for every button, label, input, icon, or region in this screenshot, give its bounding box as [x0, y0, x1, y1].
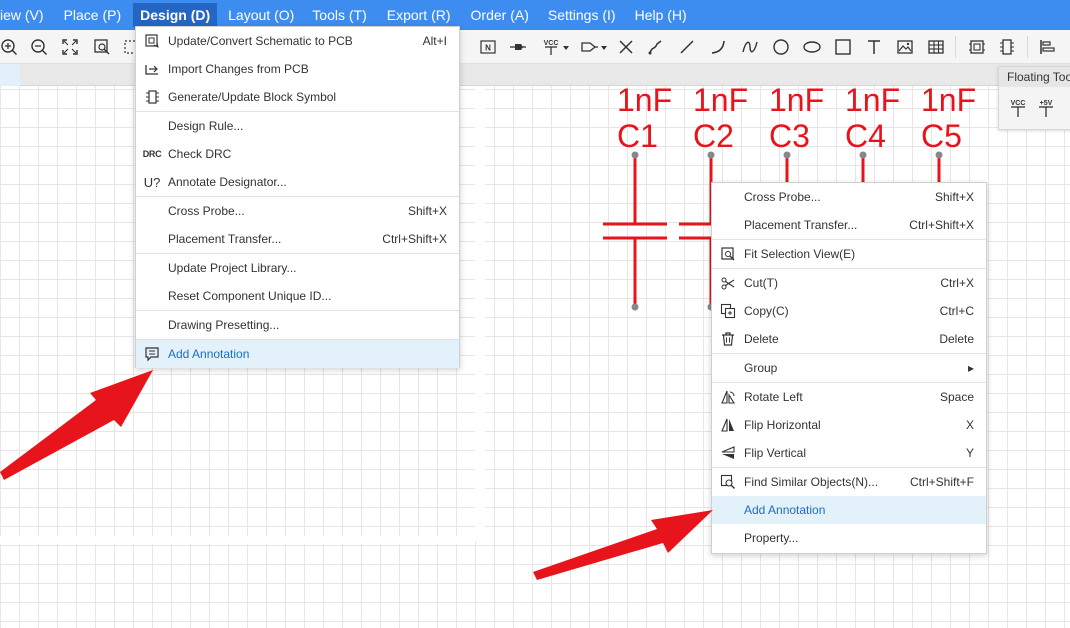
- table-icon[interactable]: [923, 30, 949, 64]
- bezier-icon[interactable]: [737, 30, 763, 64]
- footprint-icon[interactable]: [964, 30, 990, 64]
- bus-entry-icon[interactable]: [578, 30, 612, 64]
- rotate-left-icon: [712, 383, 744, 411]
- flip-vertical-icon: [712, 439, 744, 467]
- vcc-icon[interactable]: VCC: [540, 30, 574, 64]
- menu-item-annotate-designator[interactable]: U? Annotate Designator...: [136, 168, 459, 196]
- drc-icon: DRC: [142, 149, 162, 159]
- find-similar-icon: [712, 468, 744, 496]
- active-document-tab[interactable]: [0, 64, 20, 86]
- menu-item-design-rule[interactable]: Design Rule...: [136, 112, 459, 140]
- scissors-icon: [712, 269, 744, 297]
- arc-icon[interactable]: [705, 30, 731, 64]
- circle-icon[interactable]: [768, 30, 794, 64]
- ctx-item-property[interactable]: Property...: [712, 524, 986, 552]
- wire-icon[interactable]: [643, 30, 669, 64]
- menu-item-placement-transfer[interactable]: Placement Transfer... Ctrl+Shift+X: [136, 225, 459, 253]
- svg-text:N: N: [485, 44, 491, 53]
- ctx-item-flip-vertical[interactable]: Flip Vertical Y: [712, 439, 986, 467]
- ctx-item-find-similar[interactable]: Find Similar Objects(N)... Ctrl+Shift+F: [712, 468, 986, 496]
- ellipse-icon[interactable]: [799, 30, 825, 64]
- menu-item-update-convert[interactable]: Update/Convert Schematic to PCB Alt+I: [136, 27, 459, 55]
- menu-item-update-project-library[interactable]: Update Project Library...: [136, 254, 459, 282]
- zoom-out-icon[interactable]: [26, 30, 52, 64]
- rectangle-icon[interactable]: [830, 30, 856, 64]
- c4-value: 1nF: [845, 82, 901, 118]
- block-symbol-icon: [136, 83, 168, 111]
- c2-designator: C2: [693, 118, 734, 154]
- menu-item-import-changes[interactable]: Import Changes from PCB: [136, 55, 459, 83]
- net-label-icon[interactable]: N: [475, 30, 501, 64]
- import-icon: [136, 55, 168, 83]
- ctx-item-cross-probe[interactable]: Cross Probe... Shift+X: [712, 183, 986, 211]
- no-connect-icon[interactable]: [613, 30, 639, 64]
- c1-designator: C1: [617, 118, 658, 154]
- c2-value: 1nF: [693, 82, 749, 118]
- context-menu: Cross Probe... Shift+X Placement Transfe…: [711, 182, 987, 554]
- plus5v-power-icon[interactable]: +5V: [1035, 97, 1057, 123]
- svg-text:VCC: VCC: [544, 40, 559, 47]
- canvas-seam-bottom: [0, 536, 475, 544]
- ctx-item-flip-horizontal[interactable]: Flip Horizontal X: [712, 411, 986, 439]
- trash-icon: [712, 325, 744, 353]
- ctx-item-placement-transfer[interactable]: Placement Transfer... Ctrl+Shift+X: [712, 211, 986, 239]
- line-icon[interactable]: [674, 30, 700, 64]
- c4-designator: C4: [845, 118, 886, 154]
- c1-value: 1nF: [617, 82, 673, 118]
- canvas-seam: [475, 86, 485, 541]
- menu-item-check-drc[interactable]: DRC Check DRC: [136, 140, 459, 168]
- zoom-area-icon[interactable]: [89, 30, 115, 64]
- ctx-item-group[interactable]: Group ▸: [712, 354, 986, 382]
- svg-text:VCC: VCC: [1011, 100, 1026, 107]
- symbol-icon[interactable]: [994, 30, 1020, 64]
- floating-toolbar: Floating Toolbar VCC +5V: [998, 66, 1070, 130]
- vcc-power-icon[interactable]: VCC: [1007, 97, 1029, 123]
- menu-item-add-annotation[interactable]: Add Annotation: [136, 340, 459, 368]
- menu-item-generate-block-symbol[interactable]: Generate/Update Block Symbol: [136, 83, 459, 111]
- ctx-item-fit-selection[interactable]: Fit Selection View(E): [712, 240, 986, 268]
- ctx-item-cut[interactable]: Cut(T) Ctrl+X: [712, 269, 986, 297]
- annotation-icon: [136, 340, 168, 368]
- design-menu: Update/Convert Schematic to PCB Alt+I Im…: [135, 26, 460, 368]
- ctx-item-copy[interactable]: Copy(C) Ctrl+C: [712, 297, 986, 325]
- floating-toolbar-title: Floating Toolbar: [999, 67, 1070, 87]
- fit-all-icon[interactable]: [57, 30, 83, 64]
- c5-value: 1nF: [921, 82, 977, 118]
- c3-value: 1nF: [769, 82, 825, 118]
- menu-order[interactable]: Order (A): [461, 0, 539, 30]
- menu-help[interactable]: Help (H): [625, 0, 697, 30]
- c5-designator: C5: [921, 118, 962, 154]
- net-port-icon[interactable]: [505, 30, 531, 64]
- menu-view[interactable]: iew (V): [0, 0, 55, 30]
- ctx-item-delete[interactable]: Delete Delete: [712, 325, 986, 353]
- zoom-in-icon[interactable]: [0, 30, 22, 64]
- copy-icon: [712, 297, 744, 325]
- flip-horizontal-icon: [712, 411, 744, 439]
- menu-place[interactable]: Place (P): [55, 0, 131, 30]
- c3-designator: C3: [769, 118, 810, 154]
- menu-settings[interactable]: Settings (I): [539, 0, 625, 30]
- fit-selection-icon: [712, 240, 744, 268]
- submenu-arrow-icon: ▸: [967, 361, 974, 375]
- menu-item-cross-probe[interactable]: Cross Probe... Shift+X: [136, 197, 459, 225]
- image-icon[interactable]: [892, 30, 918, 64]
- menu-item-drawing-presetting[interactable]: Drawing Presetting...: [136, 311, 459, 339]
- menu-item-reset-unique-id[interactable]: Reset Component Unique ID...: [136, 282, 459, 310]
- menu-design[interactable]: Design (D): [133, 3, 218, 27]
- align-icon[interactable]: [1034, 30, 1060, 64]
- convert-pcb-icon: [136, 27, 168, 55]
- annotate-designator-icon: U?: [143, 174, 161, 190]
- ctx-item-rotate-left[interactable]: Rotate Left Space: [712, 383, 986, 411]
- ctx-item-add-annotation[interactable]: Add Annotation: [712, 496, 986, 524]
- text-icon[interactable]: [861, 30, 887, 64]
- svg-text:+5V: +5V: [1040, 100, 1053, 107]
